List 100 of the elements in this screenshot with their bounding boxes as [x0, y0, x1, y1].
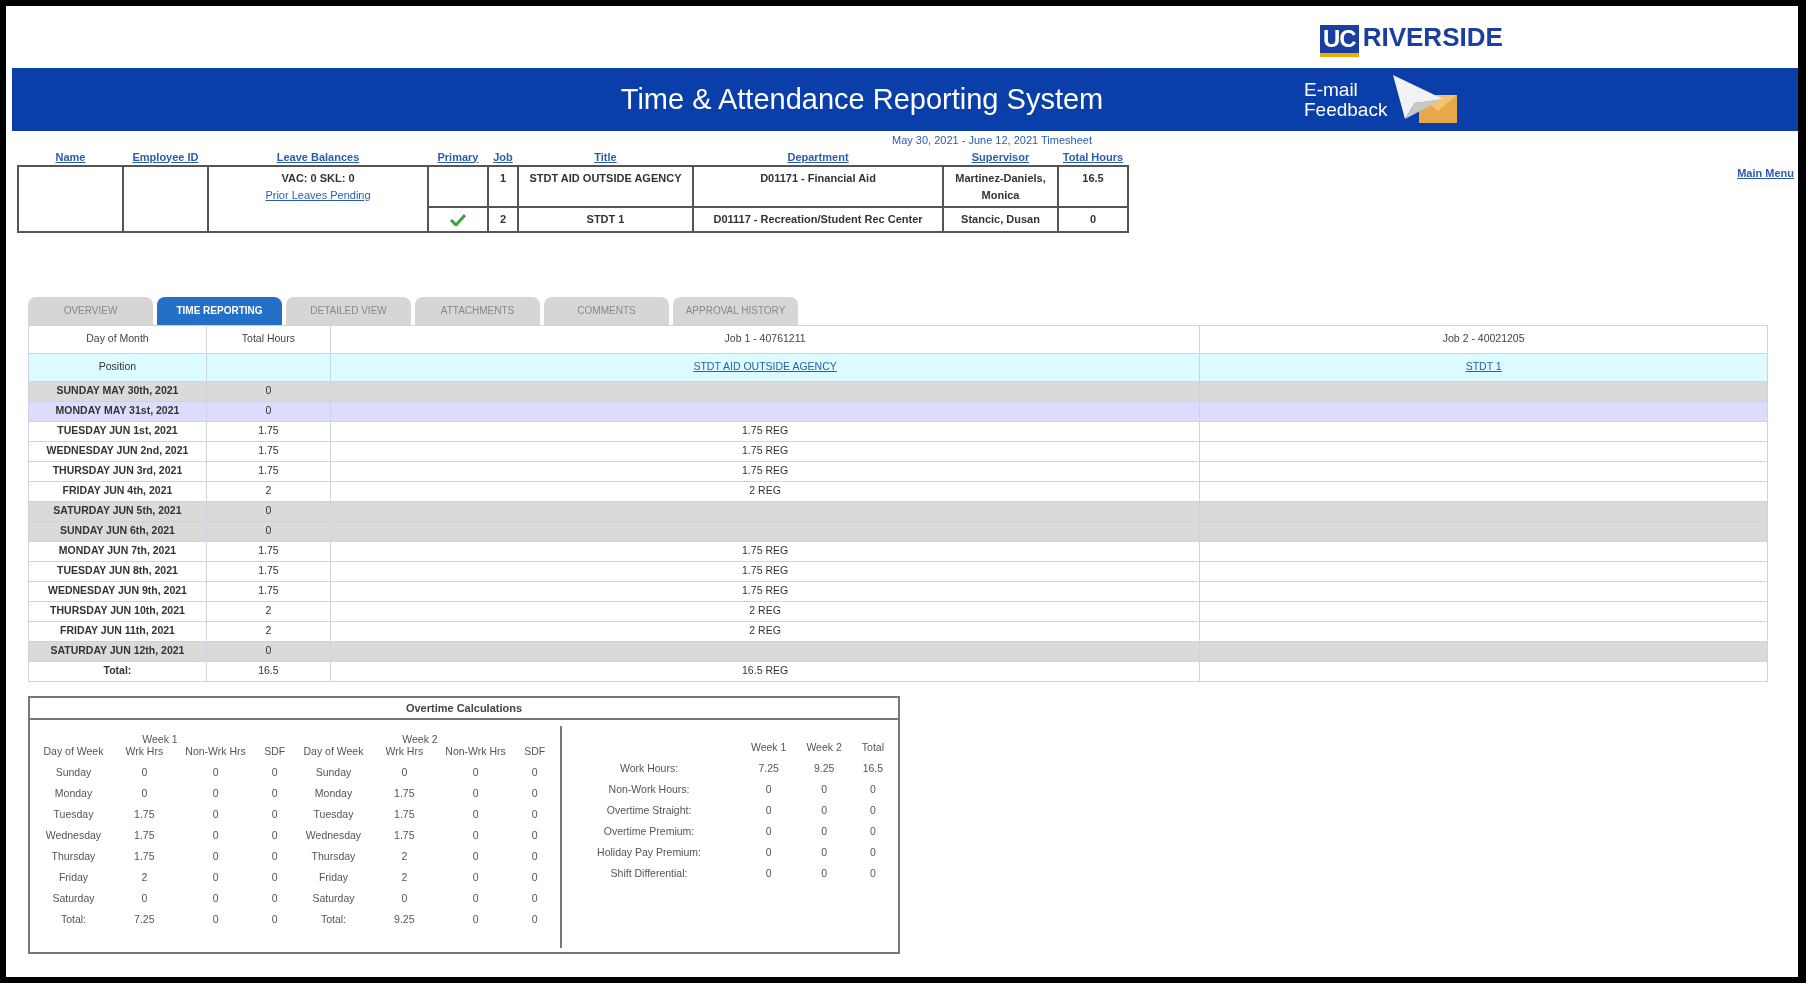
day-cell: WEDNESDAY JUN 2nd, 2021 — [28, 441, 207, 461]
table-cell: 2 — [206, 601, 331, 621]
column-header: SDF — [263, 744, 287, 760]
main-menu-link[interactable]: Main Menu — [1737, 164, 1794, 233]
job-title: STDT AID OUTSIDE AGENCY — [518, 166, 693, 207]
column-header: SDF — [523, 744, 547, 760]
table-cell-text: 1.75 — [133, 807, 156, 823]
column-header: Day of Week — [42, 744, 105, 760]
table-cell: 16.5 — [206, 661, 331, 681]
tab[interactable]: ATTACHMENTS — [415, 296, 540, 325]
table-cell-text: 9.25 — [393, 912, 416, 928]
table-cell-text: 1.75 — [393, 786, 416, 802]
prior-leaves-link[interactable]: Prior Leaves Pending — [265, 188, 371, 201]
tab[interactable]: APPROVAL HISTORY — [673, 296, 798, 325]
table-cell-text: 0 — [530, 870, 539, 886]
table-cell: 2 — [206, 481, 331, 501]
column-header: Day of Month — [28, 325, 207, 353]
table-cell-text: 0 — [764, 803, 773, 819]
table-cell-text: 0 — [270, 828, 279, 844]
column-header: Primary — [428, 148, 488, 166]
table-cell-text: Friday — [57, 870, 90, 886]
table-cell-text: 0 — [869, 866, 877, 882]
column-header: Total — [860, 740, 885, 756]
department-cell: D01171 - Financial Aid — [693, 166, 943, 207]
position-link[interactable]: STDT 1 — [1465, 360, 1502, 373]
row-label: Holiday Pay Premium: — [596, 845, 702, 861]
table-cell-text: 1.75 — [133, 828, 156, 844]
column-header: Employee ID — [123, 148, 208, 166]
table-cell-text: Wednesday — [304, 828, 363, 844]
table-cell-text: Monday — [53, 786, 94, 802]
day-cell: SUNDAY JUN 6th, 2021 — [28, 521, 207, 541]
column-header: Week 2 — [805, 740, 843, 756]
column-header: Wrk Hrs — [384, 744, 425, 760]
table-cell: 1.75 — [206, 441, 331, 461]
table-cell-text: 0 — [869, 824, 877, 840]
table-cell-text: 0 — [211, 807, 220, 823]
table-cell-text: 0 — [471, 828, 480, 844]
table-cell-text: 7.25 — [757, 761, 780, 777]
column-header: Non-Wrk Hrs — [444, 744, 507, 760]
table-cell-text: 0 — [764, 845, 773, 861]
table-cell: 1.75 — [206, 421, 331, 441]
tab[interactable]: DETAILED VIEW — [286, 296, 411, 325]
table-cell-text: 0 — [471, 765, 480, 781]
day-cell: MONDAY MAY 31st, 2021 — [28, 401, 207, 421]
table-cell-text: 0 — [211, 849, 220, 865]
column-header: Department — [693, 148, 943, 166]
table-cell: 1.75 REG — [330, 441, 1200, 461]
tab[interactable]: COMMENTS — [544, 296, 669, 325]
supervisor-name: Stancic, Dusan — [943, 207, 1058, 232]
table-cell-text: Sunday — [54, 765, 93, 781]
table-cell-text: 0 — [471, 912, 480, 928]
table-cell-text: 1.75 — [393, 828, 416, 844]
table-cell-text: Tuesday — [312, 807, 355, 823]
feedback-link[interactable]: E-mail Feedback — [1304, 79, 1388, 120]
row-label: Overtime Straight: — [605, 803, 693, 819]
table-cell-text: Saturday — [311, 891, 356, 907]
table-cell-text: 0 — [270, 891, 279, 907]
column-header: Total Hours — [206, 325, 331, 353]
table-cell: 2 — [206, 621, 331, 641]
table-cell-text: 0 — [764, 824, 773, 840]
table-cell-text: Tuesday — [52, 807, 95, 823]
table-cell-text: 0 — [820, 866, 828, 882]
column-header: Job — [488, 148, 518, 166]
table-cell-text: Wednesday — [44, 828, 103, 844]
total-hours-cell: 0 — [1058, 207, 1128, 232]
column-header: Day of Week — [302, 744, 365, 760]
day-cell: TUESDAY JUN 8th, 2021 — [28, 561, 207, 581]
table-cell-text: 0 — [211, 891, 220, 907]
column-header: Non-Wrk Hrs — [184, 744, 247, 760]
day-cell: TUESDAY JUN 1st, 2021 — [28, 421, 207, 441]
table-cell: 1.75 — [206, 541, 331, 561]
column-header: Leave Balances — [208, 148, 428, 166]
table-cell-text: Sunday — [314, 765, 353, 781]
table-cell-text: 2 — [400, 870, 409, 886]
table-cell-text: 0 — [400, 891, 409, 907]
supervisor-name: Martinez-Daniels, Monica — [943, 166, 1058, 207]
table-cell-text: 2 — [140, 870, 149, 886]
day-cell: THURSDAY JUN 10th, 2021 — [28, 601, 207, 621]
table-cell-text: 0 — [530, 828, 539, 844]
tab[interactable]: TIME REPORTING — [157, 296, 282, 325]
table-cell-text: 0 — [820, 824, 828, 840]
day-cell: WEDNESDAY JUN 9th, 2021 — [28, 581, 207, 601]
tab[interactable]: OVERVIEW — [28, 296, 153, 325]
table-cell-text: 2 — [400, 849, 409, 865]
panel-title: Overtime Calculations — [30, 697, 898, 720]
table-cell: 2 REG — [330, 601, 1200, 621]
table-cell-text: 0 — [530, 765, 539, 781]
table-cell-text: 0 — [869, 803, 877, 819]
department-cell: D01117 - Recreation/Student Rec Center — [693, 207, 943, 232]
position-link[interactable]: STDT AID OUTSIDE AGENCY — [693, 360, 837, 373]
table-cell-text: 0 — [400, 765, 409, 781]
table-cell: 1.75 — [206, 461, 331, 481]
day-cell: SUNDAY MAY 30th, 2021 — [28, 381, 207, 401]
table-cell: 1.75 REG — [330, 581, 1200, 601]
table-cell-text: 0 — [140, 891, 149, 907]
table-cell-text: Total: — [59, 912, 88, 928]
table-cell-text: 0 — [211, 786, 220, 802]
table-cell-text: Thursday — [310, 849, 357, 865]
table-cell-text: 0 — [764, 782, 773, 798]
table-cell: 16.5 REG — [330, 661, 1200, 681]
